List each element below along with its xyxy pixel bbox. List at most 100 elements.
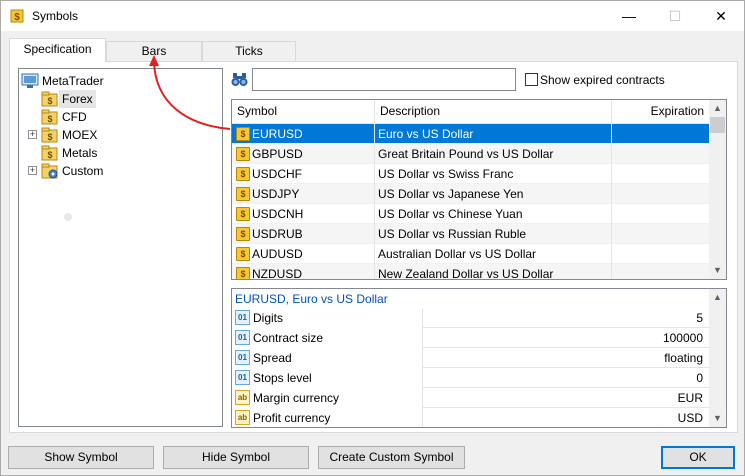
expand-custom-icon[interactable]: + xyxy=(28,166,37,175)
expiration-cell xyxy=(612,204,710,224)
column-header-description[interactable]: Description xyxy=(375,100,612,123)
tree-item-custom[interactable]: Custom xyxy=(41,162,106,180)
property-name: 01 Digits xyxy=(232,308,423,328)
tree-item-forex[interactable]: $ Forex xyxy=(41,90,96,108)
property-label: Contract size xyxy=(253,331,324,345)
expiration-cell xyxy=(612,144,710,164)
svg-text:$: $ xyxy=(47,114,52,124)
show-symbol-button[interactable]: Show Symbol xyxy=(8,446,154,469)
close-icon: ✕ xyxy=(715,7,727,24)
scroll-up-arrow-icon[interactable]: ▲ xyxy=(709,100,726,117)
table-row[interactable]: $ GBPUSD Great Britain Pound vs US Dolla… xyxy=(232,144,710,164)
property-row[interactable]: ab Profit currency USD xyxy=(232,408,710,427)
numeric-icon: 01 xyxy=(235,370,250,385)
cfd-folder-icon: $ xyxy=(41,109,58,125)
currency-symbol-icon: $ xyxy=(236,247,250,261)
table-row[interactable]: $ USDJPY US Dollar vs Japanese Yen xyxy=(232,184,710,204)
show-expired-checkbox[interactable] xyxy=(525,73,538,86)
window-title: Symbols xyxy=(32,9,79,23)
create-custom-symbol-button[interactable]: Create Custom Symbol xyxy=(318,446,465,469)
ok-button[interactable]: OK xyxy=(661,446,735,469)
annotation-arrow xyxy=(149,55,231,130)
metatrader-icon xyxy=(21,73,39,88)
column-header-symbol[interactable]: Symbol xyxy=(232,100,375,123)
property-row[interactable]: 01 Contract size 100000 xyxy=(232,328,710,348)
forex-folder-icon: $ xyxy=(41,91,58,107)
description-cell: Great Britain Pound vs US Dollar xyxy=(375,144,612,164)
symbols-scrollbar[interactable]: ▲ ▼ xyxy=(709,100,726,279)
tab-specification[interactable]: Specification xyxy=(9,38,106,62)
description-cell: US Dollar vs Russian Ruble xyxy=(375,224,612,244)
symbols-table: Symbol Description Expiration $ EURUSD E… xyxy=(231,99,727,280)
text-icon: ab xyxy=(235,390,250,405)
title-bar: $ Symbols — ☐ ✕ xyxy=(1,1,744,31)
description-cell: US Dollar vs Chinese Yuan xyxy=(375,204,612,224)
currency-symbol-icon: $ xyxy=(236,207,250,221)
table-row[interactable]: $ USDCHF US Dollar vs Swiss Franc xyxy=(232,164,710,184)
numeric-icon: 01 xyxy=(235,350,250,365)
symbol-search-input[interactable] xyxy=(252,68,516,91)
table-row[interactable]: $ USDRUB US Dollar vs Russian Ruble xyxy=(232,224,710,244)
tree-item-label: MOEX xyxy=(62,128,98,142)
metals-folder-icon: $ xyxy=(41,145,58,161)
svg-text:$: $ xyxy=(47,132,52,142)
table-row[interactable]: $ AUDUSD Australian Dollar vs US Dollar xyxy=(232,244,710,264)
symbol-properties-panel: EURUSD, Euro vs US Dollar 01 Digits 5 01 C… xyxy=(231,288,727,428)
scroll-up-arrow-icon[interactable]: ▲ xyxy=(709,289,726,306)
tree-item-moex[interactable]: $ MOEX xyxy=(41,126,100,144)
description-cell: Euro vs US Dollar xyxy=(375,124,612,144)
property-name: ab Margin currency xyxy=(232,388,423,408)
property-name: 01 Stops level xyxy=(232,368,423,388)
close-button[interactable]: ✕ xyxy=(698,1,744,31)
expand-moex-icon[interactable]: + xyxy=(28,130,37,139)
scroll-down-arrow-icon[interactable]: ▼ xyxy=(709,410,726,427)
tree-root-label: MetaTrader xyxy=(42,74,104,88)
numeric-icon: 01 xyxy=(235,330,250,345)
property-value: floating xyxy=(664,351,703,365)
property-row[interactable]: 01 Digits 5 xyxy=(232,308,710,328)
property-row[interactable]: 01 Spread floating xyxy=(232,348,710,368)
expiration-cell xyxy=(612,244,710,264)
symbols-app-icon: $ xyxy=(10,9,24,23)
minimize-button[interactable]: — xyxy=(606,1,652,31)
property-label: Spread xyxy=(253,351,292,365)
property-label: Digits xyxy=(253,311,284,325)
scroll-thumb[interactable] xyxy=(710,117,725,133)
svg-text:$: $ xyxy=(14,12,20,23)
tree-item-metals[interactable]: $ Metals xyxy=(41,144,100,162)
currency-symbol-icon: $ xyxy=(236,167,250,181)
property-name: 01 Contract size xyxy=(232,328,423,348)
properties-scrollbar[interactable]: ▲ ▼ xyxy=(709,289,726,427)
scroll-down-arrow-icon[interactable]: ▼ xyxy=(709,262,726,279)
expiration-cell xyxy=(612,164,710,184)
property-name: 01 Spread xyxy=(232,348,423,368)
column-header-expiration[interactable]: Expiration xyxy=(612,100,710,123)
hide-symbol-button[interactable]: Hide Symbol xyxy=(163,446,309,469)
expiration-cell xyxy=(612,124,710,144)
minimize-icon: — xyxy=(622,8,636,24)
custom-folder-gear-icon xyxy=(41,163,58,179)
description-cell: US Dollar vs Swiss Franc xyxy=(375,164,612,184)
show-expired-label[interactable]: Show expired contracts xyxy=(540,73,665,87)
tree-root-metatrader[interactable]: MetaTrader xyxy=(21,72,107,90)
maximize-button[interactable]: ☐ xyxy=(652,1,698,31)
decorative-dot xyxy=(64,213,72,221)
svg-text:$: $ xyxy=(47,150,52,160)
maximize-icon: ☐ xyxy=(668,7,682,24)
table-row[interactable]: $ EURUSD Euro vs US Dollar xyxy=(232,124,710,144)
symbol-cell: USDCNH xyxy=(250,204,375,224)
property-value: EUR xyxy=(677,391,703,405)
table-row[interactable]: $ NZDUSD New Zealand Dollar vs US Dollar xyxy=(232,264,710,279)
expiration-cell xyxy=(612,224,710,244)
tree-item-label: Custom xyxy=(62,164,104,178)
moex-folder-icon: $ xyxy=(41,127,58,143)
symbol-cell: USDRUB xyxy=(250,224,375,244)
tree-item-label: Forex xyxy=(59,90,96,108)
symbol-cell: USDCHF xyxy=(250,164,375,184)
symbol-cell: GBPUSD xyxy=(250,144,375,164)
property-row[interactable]: ab Margin currency EUR xyxy=(232,388,710,408)
tree-item-cfd[interactable]: $ CFD xyxy=(41,108,90,126)
table-row[interactable]: $ USDCNH US Dollar vs Chinese Yuan xyxy=(232,204,710,224)
property-row[interactable]: 01 Stops level 0 xyxy=(232,368,710,388)
description-cell: US Dollar vs Japanese Yen xyxy=(375,184,612,204)
